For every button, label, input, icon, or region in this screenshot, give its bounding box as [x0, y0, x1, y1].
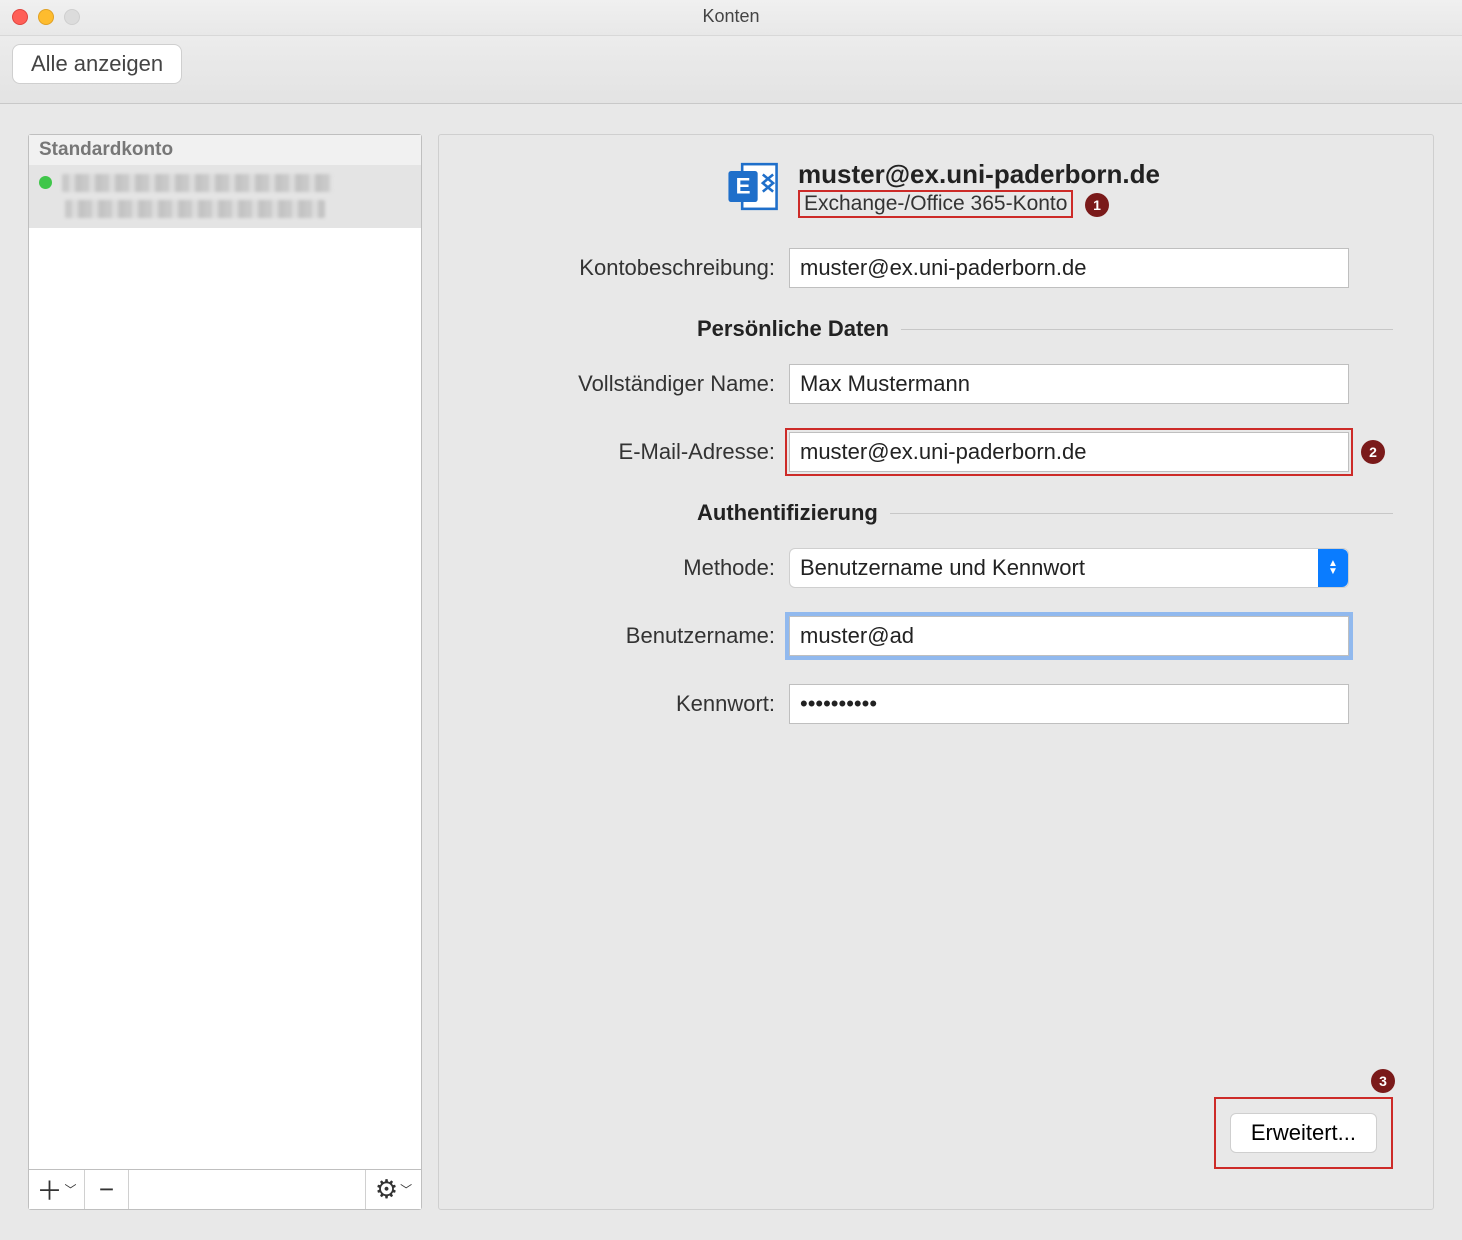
sidebar-section-header: Standardkonto — [29, 135, 421, 165]
account-list-item[interactable] — [29, 165, 421, 228]
label-description: Kontobeschreibung: — [479, 255, 789, 281]
username-input[interactable] — [789, 616, 1349, 656]
chevron-down-icon: ﹀ — [65, 1181, 77, 1198]
method-select[interactable]: Benutzername und Kennwort ▲▼ — [789, 548, 1349, 588]
accounts-sidebar: Standardkonto ＋﹀ − ⚙﹀ — [28, 134, 422, 1210]
annotation-badge-3: 3 — [1371, 1069, 1395, 1093]
show-all-button[interactable]: Alle anzeigen — [12, 44, 182, 84]
redacted-account-email — [65, 200, 325, 218]
annotation-badge-1: 1 — [1085, 193, 1109, 217]
account-detail-pane: E muster@ex.uni-paderborn.de Exchange-/O… — [438, 134, 1434, 1210]
label-fullname: Vollständiger Name: — [479, 371, 789, 397]
account-settings-button[interactable]: ⚙﹀ — [365, 1170, 421, 1209]
advanced-button[interactable]: Erweitert... — [1230, 1113, 1377, 1153]
annotation-badge-2: 2 — [1361, 440, 1385, 464]
titlebar: Konten — [0, 0, 1462, 36]
annotation-box-3: Erweitert... — [1214, 1097, 1393, 1169]
email-input[interactable] — [789, 432, 1349, 472]
annotation-box-1: Exchange-/Office 365-Konto — [798, 190, 1073, 218]
gear-icon: ⚙ — [375, 1174, 398, 1205]
description-input[interactable] — [789, 248, 1349, 288]
add-account-button[interactable]: ＋﹀ — [29, 1170, 85, 1209]
account-title: muster@ex.uni-paderborn.de — [798, 159, 1160, 190]
toolbar: Alle anzeigen — [0, 36, 1462, 104]
label-password: Kennwort: — [479, 691, 789, 717]
account-subtitle: Exchange-/Office 365-Konto — [804, 192, 1067, 215]
section-auth: Authentifizierung — [697, 500, 878, 526]
chevron-down-icon: ﹀ — [400, 1181, 412, 1198]
sidebar-footer: ＋﹀ − ⚙﹀ — [29, 1169, 421, 1209]
advanced-wrap: 3 Erweitert... — [1214, 1097, 1393, 1169]
label-email: E-Mail-Adresse: — [479, 439, 789, 465]
plus-icon: ＋ — [36, 1171, 62, 1208]
select-caret-icon: ▲▼ — [1318, 549, 1348, 587]
label-username: Benutzername: — [479, 623, 789, 649]
status-online-icon — [39, 176, 52, 189]
section-personal: Persönliche Daten — [697, 316, 889, 342]
label-method: Methode: — [479, 555, 789, 581]
password-input[interactable] — [789, 684, 1349, 724]
redacted-account-name — [62, 174, 332, 192]
svg-text:E: E — [736, 173, 751, 198]
exchange-icon: E — [725, 159, 780, 220]
window-title: Konten — [0, 6, 1462, 27]
content: Standardkonto ＋﹀ − ⚙﹀ E — [0, 104, 1462, 1240]
account-header: E muster@ex.uni-paderborn.de Exchange-/O… — [725, 159, 1393, 220]
method-select-value: Benutzername und Kennwort — [800, 555, 1085, 581]
fullname-input[interactable] — [789, 364, 1349, 404]
remove-account-button[interactable]: − — [85, 1170, 129, 1209]
